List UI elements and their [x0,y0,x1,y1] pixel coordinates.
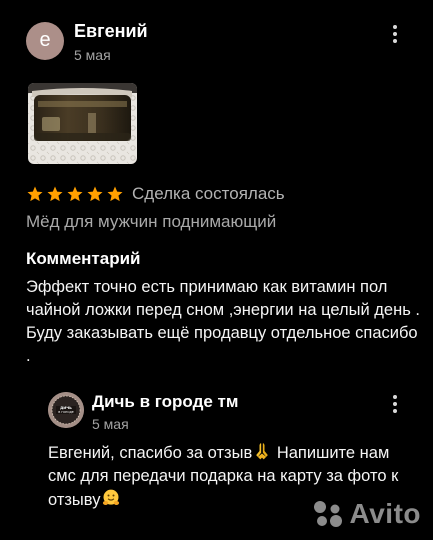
item-name[interactable]: Мёд для мужчин поднимающий [26,212,276,232]
more-options-icon[interactable] [389,20,401,48]
review-photo[interactable] [28,83,137,164]
star-icon [27,186,43,202]
deal-status: Сделка состоялась [132,184,285,203]
review-date: 5 мая [74,47,111,63]
reply-text-part1: Евгений, спасибо за отзыв [48,444,253,462]
svg-text:В ГОРОДЕ: В ГОРОДЕ [58,410,74,414]
review-card: е Евгений 5 мая Сделка состоялась Мёд дл… [0,0,433,540]
star-icon [67,186,83,202]
seller-logo: ДИЧЬ В ГОРОДЕ [48,392,84,428]
star-icon [47,186,63,202]
author-name[interactable]: Евгений [74,21,148,42]
star-icon [87,186,103,202]
seller-name[interactable]: Дичь в городе тм [92,392,238,412]
rating-row: Сделка состоялась [26,183,285,205]
author-initial: е [39,29,51,51]
honey-jar-photo [28,83,137,164]
hugging-face-icon [103,489,120,505]
author-avatar[interactable]: е [26,22,64,60]
comment-label: Комментарий [26,249,141,268]
comment-text: Эффект точно есть принимаю как витамин п… [26,278,420,365]
folded-hands-icon [256,443,269,460]
rating-stars [26,185,124,203]
star-icon [107,186,123,202]
reply-text: Евгений, спасибо за отзыв Напишите нам с… [48,441,408,512]
reply-more-options-icon[interactable] [389,390,401,418]
seller-avatar[interactable]: ДИЧЬ В ГОРОДЕ [48,392,84,428]
reply-date: 5 мая [92,416,129,432]
